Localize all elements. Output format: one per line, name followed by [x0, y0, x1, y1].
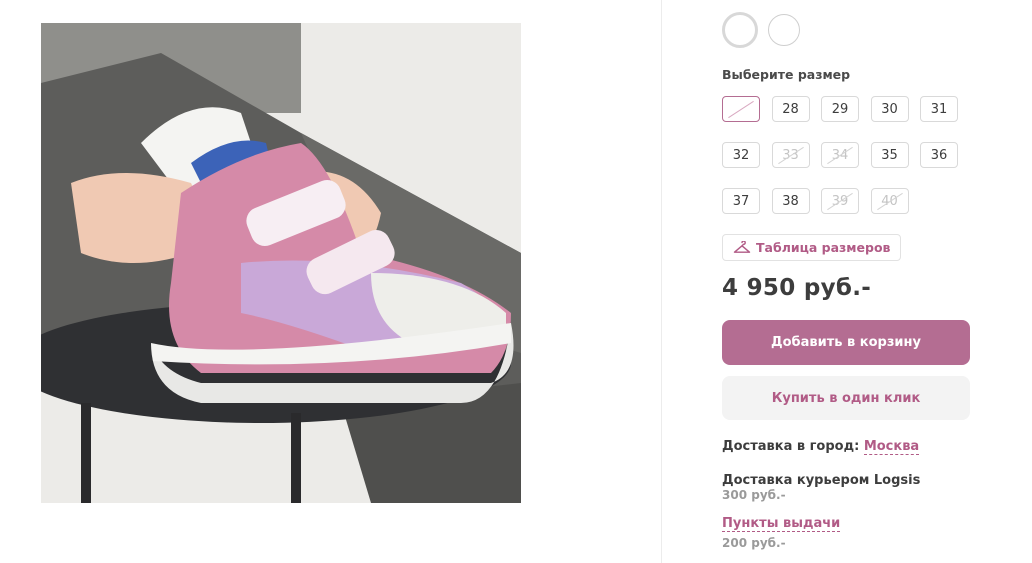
size-option[interactable]: 37 — [722, 188, 760, 214]
size-grid: 28 29 30 31 32 33 34 35 36 37 38 39 40 — [722, 96, 972, 214]
color-swatches — [722, 12, 800, 48]
color-swatch-selected[interactable] — [722, 12, 758, 48]
size-option[interactable]: 36 — [920, 142, 958, 168]
size-option[interactable]: 35 — [870, 142, 909, 168]
product-price: 4 950 руб.- — [722, 275, 872, 301]
size-option[interactable]: 29 — [821, 96, 859, 122]
size-option[interactable]: 28 — [771, 96, 810, 122]
size-option[interactable]: 31 — [920, 96, 958, 122]
column-divider — [661, 0, 662, 563]
sneaker-image — [41, 23, 521, 503]
size-option[interactable]: 32 — [722, 142, 760, 168]
size-option[interactable] — [722, 96, 760, 122]
courier-delivery-price: 300 руб.- — [722, 488, 786, 502]
buy-one-click-button[interactable]: Купить в один клик — [722, 376, 970, 420]
size-table-button[interactable]: Таблица размеров — [722, 234, 902, 261]
size-option-unavailable: 40 — [870, 188, 909, 214]
product-photo[interactable] — [41, 23, 521, 503]
delivery-city-label: Доставка в город: — [722, 439, 860, 454]
hanger-icon — [733, 240, 751, 253]
size-option[interactable]: 38 — [771, 188, 810, 214]
size-option-unavailable: 33 — [771, 142, 810, 168]
size-option-unavailable: 34 — [821, 142, 859, 168]
city-selector-link[interactable]: Москва — [863, 439, 920, 455]
size-option-unavailable: 39 — [821, 188, 859, 214]
pickup-price: 200 руб.- — [722, 536, 786, 550]
delivery-city: Доставка в город: Москва — [722, 439, 920, 455]
pickup-points-link[interactable]: Пункты выдачи — [722, 516, 841, 532]
size-picker-title: Выберите размер — [722, 67, 851, 82]
courier-delivery-name: Доставка курьером Logsis — [722, 473, 921, 488]
size-option[interactable]: 30 — [870, 96, 909, 122]
add-to-cart-button[interactable]: Добавить в корзину — [722, 320, 970, 365]
size-table-label: Таблица размеров — [756, 240, 891, 255]
color-swatch[interactable] — [768, 14, 800, 46]
